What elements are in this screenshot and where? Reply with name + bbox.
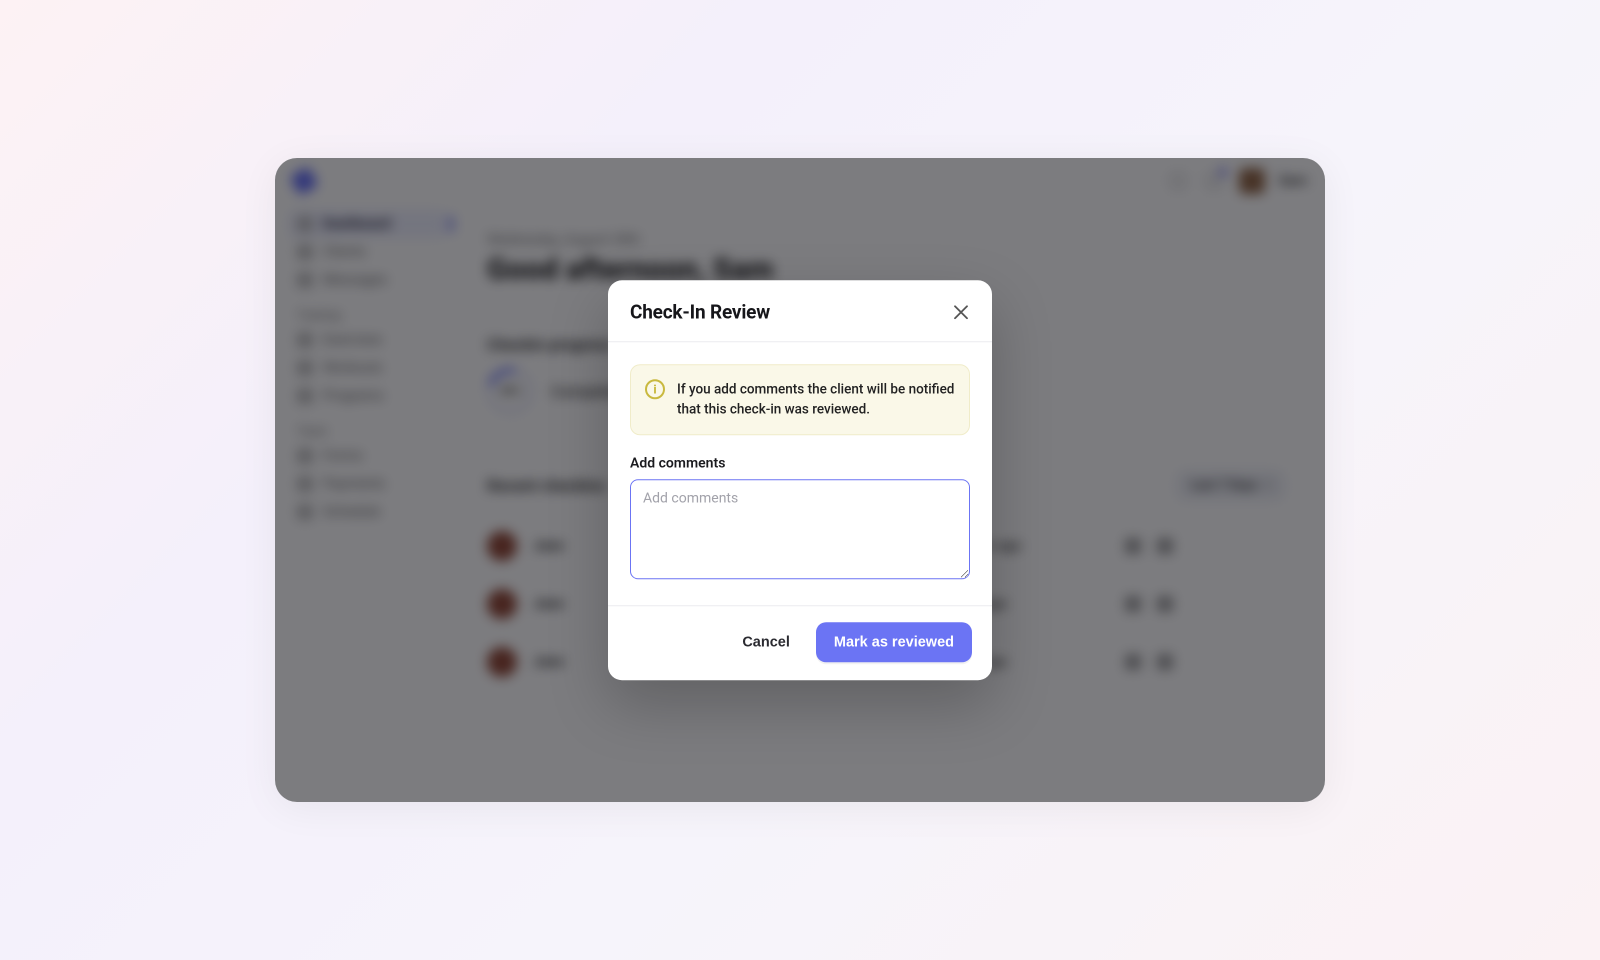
app-frame: Sam Dashboard Clients Messages Training … <box>275 158 1325 802</box>
comments-label: Add comments <box>630 455 970 471</box>
comments-input[interactable] <box>630 479 970 579</box>
alert-text: If you add comments the client will be n… <box>677 379 955 420</box>
modal-body: i If you add comments the client will be… <box>608 342 992 605</box>
close-button[interactable] <box>952 303 970 321</box>
modal-footer: Cancel Mark as reviewed <box>608 605 992 680</box>
modal-title: Check-In Review <box>630 300 770 323</box>
cancel-button[interactable]: Cancel <box>732 626 800 658</box>
modal-header: Check-In Review <box>608 280 992 342</box>
close-icon <box>954 305 968 319</box>
checkin-review-modal: Check-In Review i If you add comments th… <box>608 280 992 680</box>
info-icon: i <box>645 379 665 399</box>
mark-reviewed-button[interactable]: Mark as reviewed <box>816 622 972 662</box>
info-alert: i If you add comments the client will be… <box>630 364 970 435</box>
